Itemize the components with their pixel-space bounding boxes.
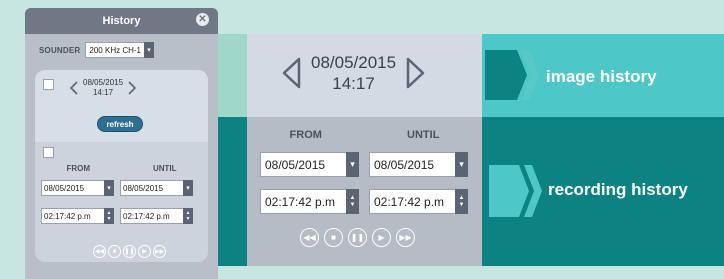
stop-icon[interactable]: ■ — [324, 228, 343, 247]
image-history-label: image history — [546, 67, 657, 86]
chevron-right-icon — [485, 50, 539, 100]
pause-icon[interactable]: ❚❚ — [348, 228, 367, 247]
rewind-icon[interactable]: ◀◀ — [300, 228, 319, 247]
image-history-checkbox[interactable] — [43, 79, 54, 90]
arrow-left-icon[interactable] — [69, 81, 79, 95]
mini-from-label: FROM — [66, 164, 91, 173]
recording-history-label: recording history — [548, 180, 688, 199]
big-until-time: 02:17:42 p.m — [369, 189, 455, 214]
mini-from-time: 02:17:42 p.m — [41, 208, 104, 224]
chevron-down-icon[interactable]: ▾ — [143, 42, 154, 58]
stop-icon[interactable]: ■ — [108, 245, 121, 258]
rewind-icon[interactable]: ◀◀ — [93, 245, 106, 258]
sounder-value: 200 KHz CH-1 — [85, 42, 144, 58]
recording-history-card: FROM UNTIL 08/05/2015 ▾ 08/05/2015 ▾ 02:… — [35, 142, 208, 262]
mini-until-label: UNTIL — [152, 164, 177, 173]
big-playback-controls: ◀◀ ■ ❚❚ ▶ ▶▶ — [300, 228, 415, 247]
spinner-icon[interactable]: ▲ ▼ — [346, 189, 359, 214]
mini-from-date-field[interactable]: 08/05/2015 ▾ — [41, 180, 114, 196]
big-date-nav: 08/05/2015 14:17 — [279, 52, 428, 94]
big-recording-history-card: FROM UNTIL 08/05/2015 ▾ 08/05/2015 ▾ 02:… — [247, 117, 482, 266]
mini-date: 08/05/2015 — [83, 78, 124, 87]
panel-header: History ✕ — [25, 8, 218, 34]
big-time-row: 02:17:42 p.m ▲ ▼ 02:17:42 p.m ▲ ▼ — [260, 189, 468, 214]
fast-forward-icon[interactable]: ▶▶ — [153, 245, 166, 258]
mini-date-row: 08/05/2015 ▾ 08/05/2015 ▾ — [41, 180, 193, 196]
big-until-date: 08/05/2015 — [369, 152, 455, 177]
mini-from-time-field[interactable]: 02:17:42 p.m ▲ ▼ — [41, 208, 114, 224]
refresh-button[interactable]: refresh — [97, 116, 143, 132]
chevron-down-icon[interactable]: ▾ — [183, 180, 193, 196]
big-date-display: 08/05/2015 14:17 — [311, 52, 396, 94]
mini-playback-controls: ◀◀ ■ ❚❚ ▶ ▶▶ — [93, 245, 166, 258]
sounder-row: SOUNDER 200 KHz CH-1 ▾ — [39, 42, 154, 58]
mini-range-headers: FROM UNTIL — [35, 164, 208, 173]
mini-date-nav: 08/05/2015 14:17 — [69, 78, 137, 98]
play-icon[interactable]: ▶ — [372, 228, 391, 247]
mini-time-row: 02:17:42 p.m ▲ ▼ 02:17:42 p.m ▲ ▼ — [41, 208, 193, 224]
recording-history-checkbox[interactable] — [43, 147, 54, 158]
big-date-row: 08/05/2015 ▾ 08/05/2015 ▾ — [260, 152, 468, 177]
big-from-time: 02:17:42 p.m — [260, 189, 346, 214]
big-from-date-field[interactable]: 08/05/2015 ▾ — [260, 152, 359, 177]
mini-until-date: 08/05/2015 — [120, 180, 183, 196]
chevron-down-icon[interactable]: ▾ — [104, 180, 114, 196]
big-time: 14:17 — [332, 74, 375, 93]
mini-from-date: 08/05/2015 — [41, 180, 104, 196]
spinner-icon[interactable]: ▲ ▼ — [104, 208, 114, 224]
sounder-select[interactable]: 200 KHz CH-1 ▾ — [85, 42, 154, 58]
close-icon[interactable]: ✕ — [196, 13, 209, 26]
arrow-left-icon[interactable] — [279, 57, 303, 89]
mini-until-time: 02:17:42 p.m — [120, 208, 183, 224]
panel-body: SOUNDER 200 KHz CH-1 ▾ 08/05/2015 14:17 … — [25, 34, 218, 279]
sounder-label: SOUNDER — [39, 45, 81, 55]
big-until-label: UNTIL — [407, 129, 440, 141]
big-from-date: 08/05/2015 — [260, 152, 346, 177]
mini-date-display: 08/05/2015 14:17 — [83, 78, 123, 98]
mini-until-time-field[interactable]: 02:17:42 p.m ▲ ▼ — [120, 208, 193, 224]
big-range-headers: FROM UNTIL — [247, 129, 482, 141]
big-date: 08/05/2015 — [311, 53, 397, 72]
chevron-down-icon[interactable]: ▾ — [455, 152, 468, 177]
chevron-right-icon — [489, 165, 542, 217]
big-image-history-card: 08/05/2015 14:17 — [247, 34, 482, 117]
spinner-icon[interactable]: ▲ ▼ — [455, 189, 468, 214]
fast-forward-icon[interactable]: ▶▶ — [396, 228, 415, 247]
mini-until-date-field[interactable]: 08/05/2015 ▾ — [120, 180, 193, 196]
mini-time: 14:17 — [93, 88, 114, 97]
arrow-right-icon[interactable] — [127, 81, 137, 95]
arrow-right-icon[interactable] — [404, 57, 428, 89]
pause-icon[interactable]: ❚❚ — [123, 245, 136, 258]
play-icon[interactable]: ▶ — [138, 245, 151, 258]
big-until-date-field[interactable]: 08/05/2015 ▾ — [369, 152, 468, 177]
recording-history-label-block: recording history — [482, 117, 724, 266]
panel-title: History — [102, 15, 141, 27]
spinner-icon[interactable]: ▲ ▼ — [183, 208, 193, 224]
big-from-time-field[interactable]: 02:17:42 p.m ▲ ▼ — [260, 189, 359, 214]
image-history-card: 08/05/2015 14:17 refresh — [35, 70, 208, 142]
big-until-time-field[interactable]: 02:17:42 p.m ▲ ▼ — [369, 189, 468, 214]
chevron-down-icon[interactable]: ▾ — [346, 152, 359, 177]
image-history-label-block: image history — [482, 34, 724, 117]
big-from-label: FROM — [289, 129, 322, 141]
history-panel: History ✕ SOUNDER 200 KHz CH-1 ▾ 08/05/2… — [25, 8, 218, 279]
